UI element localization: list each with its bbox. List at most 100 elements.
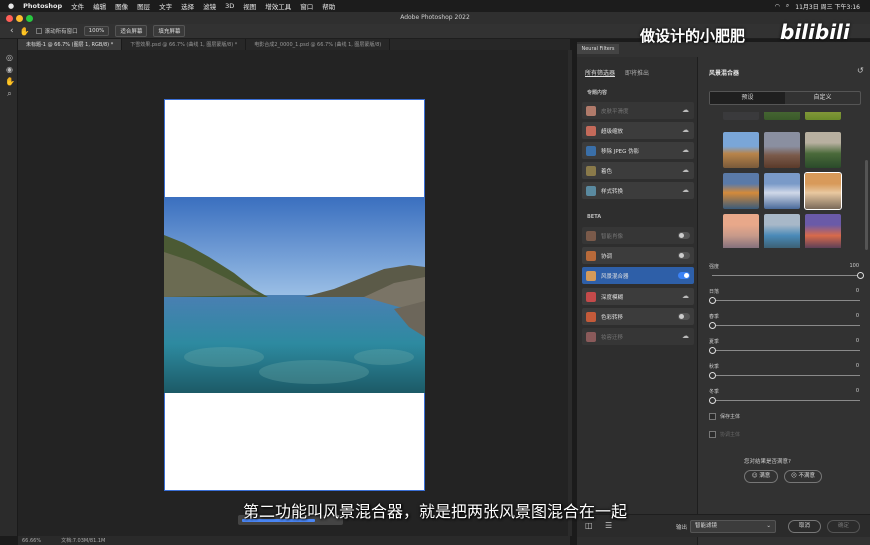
canvas-scrollbar[interactable] <box>568 50 572 536</box>
menu-help[interactable]: 帮助 <box>322 1 335 11</box>
checkbox-box[interactable] <box>709 431 716 438</box>
zoom-tool-icon[interactable]: ⌕ <box>5 89 14 98</box>
checkbox-box[interactable] <box>709 413 716 420</box>
menu-type[interactable]: 文字 <box>159 1 172 11</box>
menu-edit[interactable]: 编辑 <box>93 1 106 11</box>
slider-track[interactable] <box>712 275 860 276</box>
rotate-view-icon[interactable]: ◎ <box>5 53 14 62</box>
zoom-tool-small-icon[interactable]: ◉ <box>5 65 14 74</box>
preset-scrollbar[interactable] <box>865 160 868 250</box>
filter-label: 深度模糊 <box>601 294 624 301</box>
menu-window[interactable]: 窗口 <box>300 1 313 11</box>
menu-3d[interactable]: 3D <box>225 2 234 10</box>
zoom-100-button[interactable]: 100% <box>83 26 110 36</box>
preset-thumb-selected[interactable] <box>804 172 842 210</box>
filter-depth-blur[interactable]: 深度模糊 ☁ <box>582 288 694 305</box>
slider-track[interactable] <box>712 325 860 326</box>
filter-super-zoom[interactable]: 超级缩放 ☁ <box>582 122 694 139</box>
tab-movie-composite[interactable]: 电影合成2_0000_1.psd @ 66.7% (曲线 1, 图层蒙版/8) <box>246 39 391 50</box>
menu-plugins[interactable]: 增效工具 <box>265 1 291 11</box>
apple-icon[interactable]: ● <box>8 2 14 10</box>
cloud-download-icon[interactable]: ☁ <box>682 166 689 174</box>
filter-skin-smoothing[interactable]: 皮肤平滑度 ☁ <box>582 102 694 119</box>
status-zoom[interactable]: 66.66% <box>22 538 41 544</box>
reset-icon[interactable]: ↺ <box>857 66 864 75</box>
menu-app[interactable]: Photoshop <box>23 2 62 10</box>
preset-thumb[interactable] <box>805 132 841 168</box>
slider-track[interactable] <box>712 400 860 401</box>
cloud-download-icon[interactable]: ☁ <box>682 146 689 154</box>
filter-toggle[interactable] <box>678 232 690 239</box>
cloud-download-icon[interactable]: ☁ <box>682 292 689 300</box>
preset-thumb[interactable] <box>805 214 841 248</box>
tab-snow-effect[interactable]: 下雪效果.psd @ 66.7% (曲线 1, 图层蒙版/8) * <box>122 39 247 50</box>
preset-thumb[interactable] <box>723 173 759 209</box>
menu-view[interactable]: 视图 <box>243 1 256 11</box>
cloud-download-icon[interactable]: ☁ <box>682 106 689 114</box>
filter-toggle[interactable] <box>678 252 690 259</box>
neural-filters-tab[interactable]: Neural Filters <box>577 44 619 54</box>
filter-color-transfer[interactable]: 色彩转移 <box>582 308 694 325</box>
hand-tool-icon[interactable]: ✋ <box>20 27 30 36</box>
back-icon[interactable]: ‹ <box>10 26 14 36</box>
wifi-icon[interactable]: ◠ <box>775 3 780 10</box>
slider-track[interactable] <box>712 300 860 301</box>
slider-knob[interactable] <box>709 297 716 304</box>
filter-colorize[interactable]: 着色 ☁ <box>582 162 694 179</box>
cloud-download-icon[interactable]: ☁ <box>682 126 689 134</box>
fill-screen-button[interactable]: 填充屏幕 <box>153 25 186 37</box>
filter-landscape-mixer[interactable]: 风景混合器 <box>582 267 694 284</box>
preset-thumb[interactable] <box>805 112 841 120</box>
scroll-all-checkbox[interactable]: 滚动所有窗口 <box>35 27 78 35</box>
preset-thumb[interactable] <box>764 173 800 209</box>
filter-style-transfer[interactable]: 样式转换 ☁ <box>582 182 694 199</box>
preserve-subject-checkbox[interactable]: 保存主体 <box>709 413 740 420</box>
filter-smart-portrait[interactable]: 智能肖像 <box>582 227 694 244</box>
filter-toggle[interactable] <box>678 313 690 320</box>
featured-heading: 专题内容 <box>587 90 608 96</box>
layers-icon[interactable]: ☰ <box>605 521 612 530</box>
all-filters-tab[interactable]: 所有筛选器 <box>585 68 615 77</box>
unsatisfied-button[interactable]: ☹ 不满意 <box>784 470 822 483</box>
filter-jpeg-artifacts[interactable]: 移除 JPEG 伪影 ☁ <box>582 142 694 159</box>
cloud-download-icon[interactable]: ☁ <box>682 186 689 194</box>
preset-thumb[interactable] <box>764 132 800 168</box>
filter-makeup-transfer[interactable]: 妆容迁移 ☁ <box>582 328 694 345</box>
slider-track[interactable] <box>712 350 860 351</box>
satisfied-button[interactable]: ☺ 满意 <box>744 470 778 483</box>
slider-knob[interactable] <box>709 322 716 329</box>
slider-knob[interactable] <box>709 372 716 379</box>
zoom-window-button[interactable] <box>26 15 33 22</box>
minimize-window-button[interactable] <box>16 15 23 22</box>
tab-preset[interactable]: 预设 <box>710 92 785 104</box>
checkbox-box[interactable] <box>35 28 42 34</box>
slider-track[interactable] <box>712 375 860 376</box>
preset-thumb[interactable] <box>723 214 759 248</box>
filter-toggle[interactable] <box>678 272 690 279</box>
cloud-download-icon[interactable]: ☁ <box>682 332 689 340</box>
hand-tool-icon[interactable]: ✋ <box>5 77 15 86</box>
menu-file[interactable]: 文件 <box>71 1 84 11</box>
harmonize-subject-checkbox[interactable]: 协调主体 <box>709 431 740 438</box>
preset-thumb[interactable] <box>723 132 759 168</box>
slider-knob[interactable] <box>709 347 716 354</box>
filter-label: 妆容迁移 <box>601 334 624 341</box>
search-icon[interactable]: ⌕ <box>786 2 789 10</box>
menu-layer[interactable]: 图层 <box>137 1 150 11</box>
fit-screen-button[interactable]: 适合屏幕 <box>115 25 148 37</box>
slider-knob[interactable] <box>709 397 716 404</box>
menu-select[interactable]: 选择 <box>181 1 194 11</box>
tab-untitled[interactable]: 未标题-1 @ 66.7% (图层 1, RGB/8) * <box>18 39 123 50</box>
watermark-text: 做设计的小肥肥 <box>640 27 746 45</box>
filter-harmonization[interactable]: 协调 <box>582 247 694 264</box>
close-window-button[interactable] <box>6 15 13 22</box>
waitlist-tab[interactable]: 即将推出 <box>625 68 649 77</box>
tab-custom[interactable]: 自定义 <box>785 92 860 104</box>
compare-icon[interactable]: ◫ <box>585 521 593 530</box>
menu-filter[interactable]: 滤镜 <box>203 1 216 11</box>
slider-knob[interactable] <box>857 272 864 279</box>
menu-image[interactable]: 图像 <box>115 1 128 11</box>
preset-thumb[interactable] <box>764 214 800 248</box>
preset-thumb[interactable] <box>723 112 759 120</box>
preset-thumb[interactable] <box>764 112 800 120</box>
